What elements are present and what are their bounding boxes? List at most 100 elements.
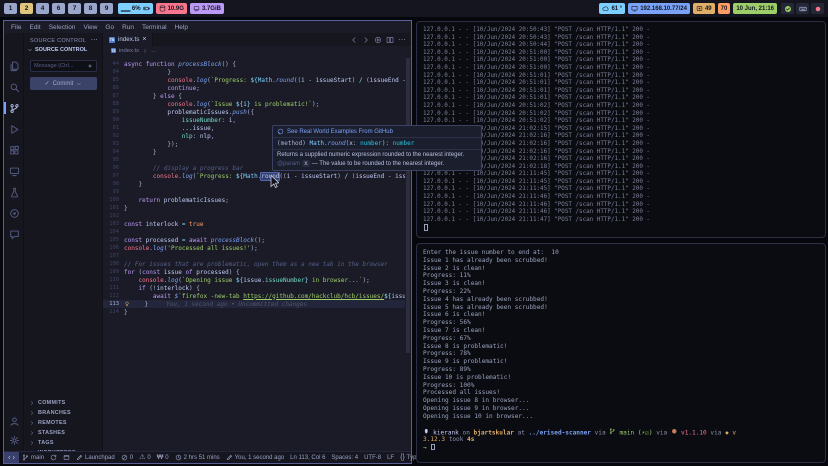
activity-extensions[interactable] (7, 143, 21, 157)
code-line[interactable]: 102 (103, 212, 405, 220)
code-line[interactable]: 114} (103, 308, 405, 316)
branch-icon (22, 454, 29, 461)
menu-file[interactable]: File (7, 24, 25, 31)
sidebar-section-commits[interactable]: COMMITS (29, 398, 100, 408)
tab-index-ts[interactable]: TS index.ts × (103, 33, 153, 46)
code-editor[interactable]: 44async function processBlock() {84 }85 … (103, 55, 405, 451)
code-line[interactable]: 98 } (103, 180, 405, 188)
code-line[interactable]: 106console.log('Processed all issues!'); (103, 244, 405, 252)
sidebar-section-stashes[interactable]: STASHES (29, 428, 100, 438)
forward-icon[interactable] (362, 36, 370, 44)
commit-button[interactable]: ✓ Commit (30, 77, 97, 90)
activity-account[interactable] (7, 414, 21, 428)
status-counter[interactable]: ₩0 (154, 452, 172, 463)
code-line[interactable]: 108// For issues that are problematic, o… (103, 260, 405, 268)
activity-explorer[interactable] (7, 59, 21, 73)
sidebar-section-remotes[interactable]: REMOTES (29, 418, 100, 428)
workspace-button-1[interactable]: 1 (4, 3, 17, 14)
code-line[interactable]: 90 issueNumber: i, (103, 116, 405, 124)
activity-testing[interactable] (7, 185, 21, 199)
back-icon[interactable] (350, 36, 358, 44)
breadcrumb[interactable]: TS index.ts … (103, 46, 411, 55)
code-line[interactable]: 86 continue; (103, 84, 405, 92)
activity-search[interactable] (7, 80, 21, 94)
code-line[interactable]: 44async function processBlock() { (103, 60, 405, 68)
code-line[interactable]: 87 } else { (103, 92, 405, 100)
code-line[interactable]: 85 console.log(`Progress: ${Math.round((… (103, 76, 405, 84)
terminal-line: Progress: 56% (423, 319, 819, 327)
menu-run[interactable]: Run (118, 24, 138, 31)
code-line[interactable]: 112 await $`firefox -new-tab https://git… (103, 292, 405, 300)
line-number: 87 (103, 93, 124, 99)
status-git-branch[interactable]: main (19, 452, 47, 463)
menu-help[interactable]: Help (171, 24, 192, 31)
code-line[interactable]: 97 console.log(`Progress: ${Math.round((… (103, 172, 405, 180)
status-launchpad[interactable]: Launchpad (73, 452, 118, 463)
sidebar-section-tags[interactable]: TAGS (29, 438, 100, 448)
status-problems[interactable]: 0 (118, 452, 136, 463)
workspace-button-2[interactable]: 2 (20, 3, 33, 14)
code-line[interactable]: 99 (103, 188, 405, 196)
close-icon[interactable]: × (142, 36, 146, 43)
status-remote-indicator[interactable] (4, 452, 19, 463)
status-warnings[interactable]: ⚠0 (136, 452, 154, 463)
code-line[interactable]: 111 if (!interlock) { (103, 284, 405, 292)
menu-edit[interactable]: Edit (25, 24, 44, 31)
code-line[interactable]: 103const interlock = true (103, 220, 405, 228)
keyboard-tray-icon[interactable] (796, 3, 809, 14)
workspace-button-9[interactable]: 9 (100, 3, 113, 14)
menu-terminal[interactable]: Terminal (138, 24, 171, 31)
activity-settings[interactable] (7, 433, 21, 447)
workspace-button-6[interactable]: 6 (52, 3, 65, 14)
menu-view[interactable]: View (79, 24, 101, 31)
line-number: 108 (103, 261, 124, 267)
shell-input-line[interactable]: → (423, 444, 819, 452)
code-line[interactable]: 109for (const issue of processed) { (103, 268, 405, 276)
chevron-down-icon[interactable] (76, 81, 82, 87)
status-window-item[interactable] (60, 452, 73, 463)
status-eol[interactable]: LF (384, 452, 397, 463)
activity-run-debug[interactable] (7, 122, 21, 136)
github-examples-link[interactable]: See Real World Examples From GitHub (273, 126, 481, 138)
status-last-edit[interactable]: You, 1 second ago (223, 452, 288, 463)
activity-live-share[interactable] (7, 206, 21, 220)
close-icon[interactable]: × (142, 36, 146, 43)
code-line[interactable]: 89 problematicIssues.push({ (103, 108, 405, 116)
activity-comments[interactable] (7, 227, 21, 241)
activity-source-control[interactable] (7, 101, 21, 115)
activity-bar (4, 33, 24, 451)
code-line[interactable]: 100 return problematicIssues; (103, 196, 405, 204)
code-line[interactable]: 88 console.log(`Issue ${i} is problemati… (103, 100, 405, 108)
workspace-button-7[interactable]: 7 (68, 3, 81, 14)
code-line[interactable]: 110 console.log(`Opening issue ${issue.i… (103, 276, 405, 284)
status-encoding[interactable]: UTF-8 (361, 452, 384, 463)
code-line[interactable]: 101} (103, 204, 405, 212)
record-tray-icon[interactable] (811, 3, 824, 14)
status-indentation[interactable]: Spaces: 4 (328, 452, 361, 463)
status-sync[interactable] (47, 452, 60, 463)
status-wakatime[interactable]: 2 hrs 51 mins (172, 452, 223, 463)
scrollbar-thumb[interactable] (406, 58, 410, 353)
code-line[interactable]: 105const processed = await processBlock(… (103, 236, 405, 244)
split-editor-icon[interactable] (386, 36, 394, 44)
status-cursor-position[interactable]: Ln 113, Col 6 (287, 452, 328, 463)
workspace-button-4[interactable]: 4 (36, 3, 49, 14)
more-icon[interactable]: ⋯ (398, 36, 406, 44)
shell-pane[interactable]: Enter the issue number to end at: 10Issu… (416, 243, 826, 463)
status-ok-tray-icon[interactable] (781, 3, 794, 14)
code-line[interactable]: 113 } You, 1 second ago • Uncommitted ch… (103, 300, 405, 308)
code-line[interactable]: 104 (103, 228, 405, 236)
code-line[interactable]: 107 (103, 252, 405, 260)
sparkle-icon[interactable] (87, 63, 93, 69)
code-line[interactable]: 84 } (103, 68, 405, 76)
sidebar-section-branches[interactable]: BRANCHES (29, 408, 100, 418)
workspace-button-8[interactable]: 8 (84, 3, 97, 14)
menu-go[interactable]: Go (101, 24, 118, 31)
commit-message-input[interactable]: Message (Ctrl... (30, 60, 97, 72)
activity-remote-explorer[interactable] (7, 164, 21, 178)
run-circle-icon[interactable] (374, 36, 382, 44)
source-control-section-header[interactable]: SOURCE CONTROL (27, 47, 87, 53)
menu-selection[interactable]: Selection (45, 24, 80, 31)
more-actions-icon[interactable]: ⋯ (91, 37, 98, 44)
editor-scrollbar[interactable] (405, 46, 411, 451)
